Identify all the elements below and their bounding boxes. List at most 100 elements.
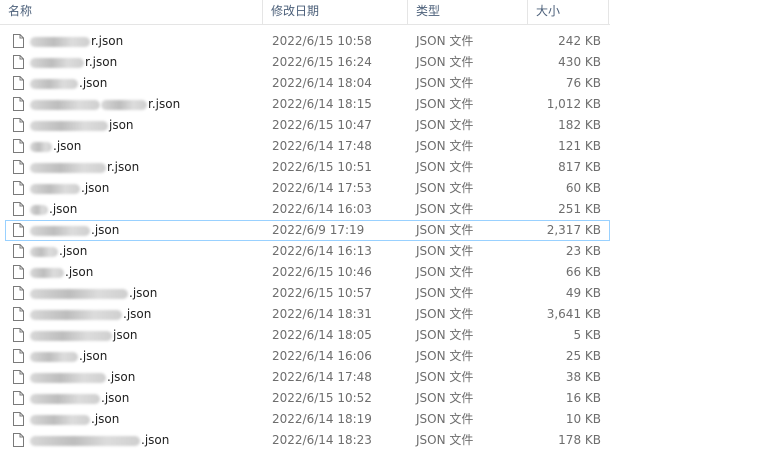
file-name-suffix: r.json [148, 97, 181, 111]
redacted-name-blur [30, 414, 90, 425]
file-row[interactable]: .json 2022/6/14 16:06 JSON 文件 25 KB [5, 346, 610, 367]
file-row[interactable]: .json 2022/6/14 17:48 JSON 文件 38 KB [5, 367, 610, 388]
redacted-name-blur [30, 183, 80, 194]
file-type: JSON 文件 [416, 160, 474, 174]
file-name: .json [30, 284, 157, 303]
file-row[interactable]: .json 2022/6/15 10:46 JSON 文件 66 KB [5, 262, 610, 283]
file-row[interactable]: .json 2022/6/14 18:04 JSON 文件 76 KB [5, 73, 610, 94]
file-size: 178 KB [558, 433, 601, 447]
file-row[interactable]: .json 2022/6/14 18:23 JSON 文件 178 KB [5, 430, 610, 451]
file-icon [13, 244, 24, 258]
column-header-date[interactable]: 修改日期 [263, 0, 407, 24]
file-modified-date: 2022/6/14 16:03 [272, 202, 372, 216]
redacted-name-blur [30, 435, 140, 446]
file-type: JSON 文件 [416, 223, 474, 237]
file-modified-date: 2022/6/14 18:31 [272, 307, 372, 321]
file-type: JSON 文件 [416, 55, 474, 69]
file-row[interactable]: json 2022/6/15 10:47 JSON 文件 182 KB [5, 115, 610, 136]
file-row[interactable]: .json 2022/6/14 16:13 JSON 文件 23 KB [5, 241, 610, 262]
file-name: .json [30, 305, 151, 324]
file-row[interactable]: r.json 2022/6/15 16:24 JSON 文件 430 KB [5, 52, 610, 73]
file-type: JSON 文件 [416, 328, 474, 342]
file-modified-date: 2022/6/14 17:48 [272, 370, 372, 384]
file-size: 23 KB [565, 244, 601, 258]
file-name: .json [30, 74, 107, 93]
file-row[interactable]: .json 2022/6/14 18:19 JSON 文件 10 KB [5, 409, 610, 430]
file-modified-date: 2022/6/14 18:19 [272, 412, 372, 426]
file-size: 49 KB [565, 286, 601, 300]
file-row[interactable]: .json 2022/6/14 16:03 JSON 文件 251 KB [5, 199, 610, 220]
file-size: 66 KB [565, 265, 601, 279]
file-name: .json [30, 242, 87, 261]
file-modified-date: 2022/6/14 18:05 [272, 328, 372, 342]
column-header-size-label: 大小 [536, 4, 561, 18]
file-name: .json [30, 368, 135, 387]
file-row[interactable]: .json 2022/6/15 10:57 JSON 文件 49 KB [5, 283, 610, 304]
file-size: 38 KB [565, 370, 601, 384]
column-divider[interactable] [608, 0, 609, 24]
file-size: 76 KB [565, 76, 601, 90]
redacted-name-blur [30, 309, 122, 320]
file-name-suffix: r.json [85, 55, 118, 69]
redacted-name-blur [30, 225, 90, 236]
file-type: JSON 文件 [416, 433, 474, 447]
file-type: JSON 文件 [416, 139, 474, 153]
file-name-suffix: .json [107, 370, 136, 384]
redacted-name-blur [30, 288, 128, 299]
file-icon [13, 412, 24, 426]
file-modified-date: 2022/6/9 17:19 [272, 223, 365, 237]
file-size: 242 KB [558, 34, 601, 48]
file-type: JSON 文件 [416, 97, 474, 111]
file-name: .json [30, 347, 107, 366]
file-row[interactable]: .json 2022/6/9 17:19 JSON 文件 2,317 KB [5, 220, 610, 241]
file-row[interactable]: json 2022/6/14 18:05 JSON 文件 5 KB [5, 325, 610, 346]
column-header-size[interactable]: 大小 [528, 0, 608, 24]
file-name: r.json [30, 158, 139, 177]
file-icon [13, 286, 24, 300]
file-modified-date: 2022/6/15 16:24 [272, 55, 372, 69]
file-size: 182 KB [558, 118, 601, 132]
file-icon [13, 55, 24, 69]
file-modified-date: 2022/6/15 10:57 [272, 286, 372, 300]
file-name: .json [30, 137, 81, 156]
file-type: JSON 文件 [416, 412, 474, 426]
redacted-name-blur [30, 141, 52, 152]
file-row[interactable]: r.json 2022/6/14 18:15 JSON 文件 1,012 KB [5, 94, 610, 115]
file-icon [13, 97, 24, 111]
file-type: JSON 文件 [416, 370, 474, 384]
file-modified-date: 2022/6/14 18:15 [272, 97, 372, 111]
file-name: .json [30, 200, 77, 219]
file-type: JSON 文件 [416, 76, 474, 90]
redacted-name-blur [30, 78, 78, 89]
column-header-type[interactable]: 类型 [408, 0, 527, 24]
file-size: 3,641 KB [546, 307, 601, 321]
file-type: JSON 文件 [416, 391, 474, 405]
file-row[interactable]: .json 2022/6/14 17:48 JSON 文件 121 KB [5, 136, 610, 157]
file-name-suffix: .json [81, 181, 110, 195]
file-row[interactable]: .json 2022/6/14 17:53 JSON 文件 60 KB [5, 178, 610, 199]
file-row[interactable]: .json 2022/6/15 10:52 JSON 文件 16 KB [5, 388, 610, 409]
file-name-suffix: .json [91, 223, 120, 237]
column-header-type-label: 类型 [416, 4, 441, 18]
column-header-name-label: 名称 [8, 4, 33, 18]
file-size: 16 KB [565, 391, 601, 405]
file-icon [13, 328, 24, 342]
file-row[interactable]: r.json 2022/6/15 10:51 JSON 文件 817 KB [5, 157, 610, 178]
redacted-name-blur [30, 99, 100, 110]
file-row[interactable]: .json 2022/6/14 18:31 JSON 文件 3,641 KB [5, 304, 610, 325]
file-name-suffix: .json [123, 307, 152, 321]
file-size: 5 KB [573, 328, 601, 342]
file-name-suffix: r.json [107, 160, 140, 174]
file-size: 121 KB [558, 139, 601, 153]
file-size: 2,317 KB [546, 223, 601, 237]
column-header-name[interactable]: 名称 [0, 0, 262, 24]
file-name-suffix: .json [91, 412, 120, 426]
file-type: JSON 文件 [416, 34, 474, 48]
file-name-suffix: r.json [91, 34, 124, 48]
file-name-suffix: .json [65, 265, 94, 279]
file-modified-date: 2022/6/14 18:04 [272, 76, 372, 90]
file-name: json [30, 326, 138, 345]
file-modified-date: 2022/6/14 18:23 [272, 433, 372, 447]
file-name-suffix: .json [79, 349, 108, 363]
file-row[interactable]: r.json 2022/6/15 10:58 JSON 文件 242 KB [5, 31, 610, 52]
